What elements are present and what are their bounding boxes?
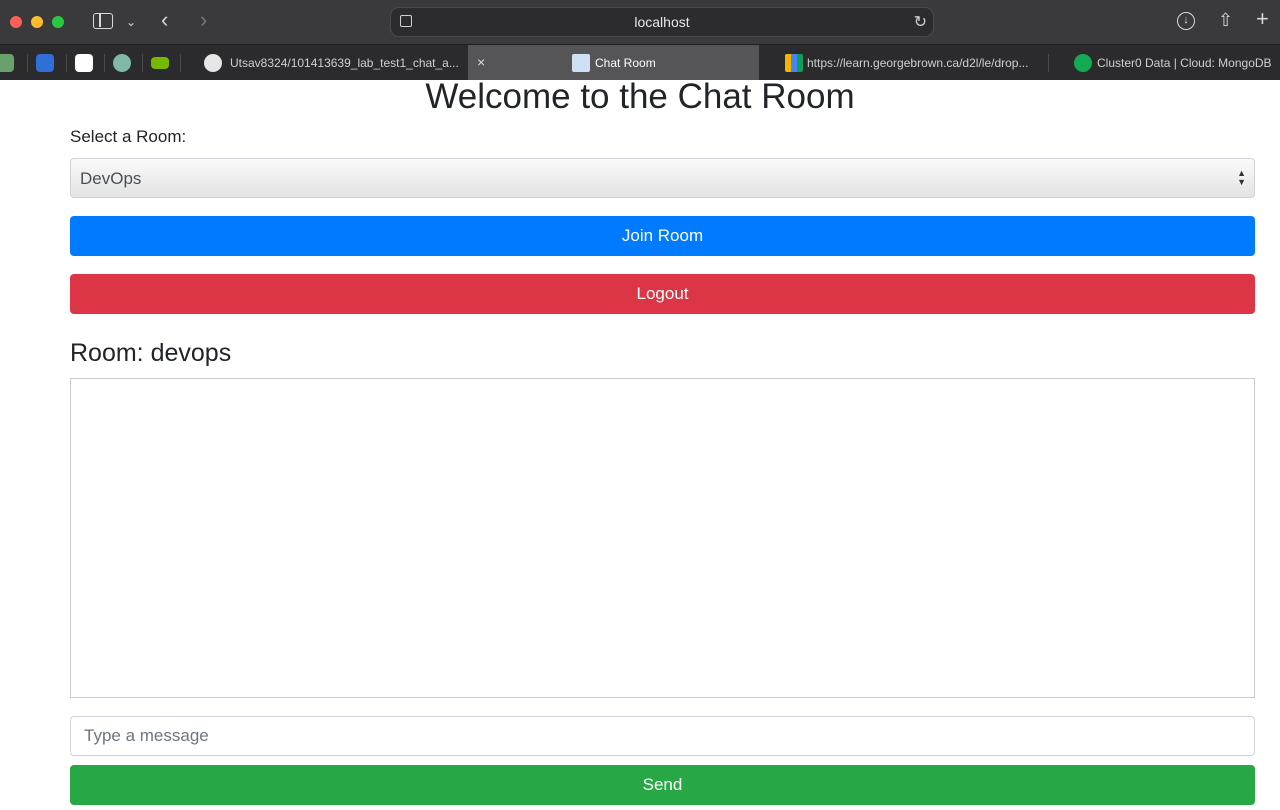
- join-room-button[interactable]: Join Room: [70, 216, 1255, 256]
- page-content: Welcome to the Chat Room Select a Room: …: [0, 80, 1280, 810]
- sidebar-icon[interactable]: [93, 13, 113, 29]
- minimize-window-button[interactable]: [31, 16, 43, 28]
- mongodb-leaf-icon: [1074, 54, 1092, 72]
- grid-icon: [785, 54, 803, 72]
- tab-george-brown[interactable]: https://learn.georgebrown.ca/d2l/le/drop…: [769, 45, 1048, 81]
- tab-chat-room[interactable]: × Chat Room: [468, 45, 759, 81]
- chevron-down-icon[interactable]: ⌄: [126, 12, 136, 32]
- room-select-value: DevOps: [80, 169, 142, 188]
- tab-bar: Utsav8324/101413639_lab_test1_chat_a... …: [0, 44, 1280, 81]
- document-icon: [572, 54, 590, 72]
- share-icon[interactable]: ⇧: [1218, 10, 1233, 30]
- message-input[interactable]: [70, 716, 1255, 756]
- pinned-tab-app-icon[interactable]: [36, 54, 54, 72]
- browser-toolbar: ⌄ ‹ › localhost ↻ ↓ ⇧ +: [0, 0, 1280, 44]
- address-text: localhost: [634, 14, 690, 30]
- select-arrows-icon: ▲ ▼: [1237, 168, 1246, 187]
- tab-mongodb[interactable]: Cluster0 Data | Cloud: MongoDB: [1058, 45, 1280, 81]
- tab-label: Chat Room: [595, 56, 656, 70]
- room-select[interactable]: DevOps ▲ ▼: [70, 158, 1255, 198]
- tab-label: Utsav8324/101413639_lab_test1_chat_a...: [230, 56, 459, 70]
- send-button[interactable]: Send: [70, 765, 1255, 805]
- tab-github[interactable]: Utsav8324/101413639_lab_test1_chat_a...: [188, 45, 468, 81]
- new-tab-icon[interactable]: +: [1256, 8, 1269, 30]
- close-window-button[interactable]: [10, 16, 22, 28]
- close-tab-icon[interactable]: ×: [477, 54, 485, 70]
- page-title: Welcome to the Chat Room: [425, 80, 855, 116]
- tab-label: Cluster0 Data | Cloud: MongoDB: [1097, 56, 1272, 70]
- github-icon: [204, 54, 222, 72]
- pinned-tab-notes-icon[interactable]: [75, 54, 93, 72]
- logout-button[interactable]: Logout: [70, 274, 1255, 314]
- back-icon[interactable]: ‹: [161, 9, 168, 31]
- pinned-tab-chatgpt-icon[interactable]: [113, 54, 131, 72]
- pinned-tab-books-icon[interactable]: [0, 54, 14, 72]
- messages-area[interactable]: [70, 378, 1255, 698]
- downloads-icon[interactable]: ↓: [1177, 12, 1195, 30]
- pinned-tab-nvidia-icon[interactable]: [151, 57, 169, 69]
- tab-label: https://learn.georgebrown.ca/d2l/le/drop…: [807, 56, 1029, 70]
- address-bar[interactable]: localhost ↻: [390, 7, 934, 37]
- zoom-window-button[interactable]: [52, 16, 64, 28]
- select-room-label: Select a Room:: [70, 127, 187, 146]
- room-heading: Room: devops: [70, 339, 232, 367]
- reload-icon[interactable]: ↻: [914, 12, 927, 32]
- forward-icon[interactable]: ›: [200, 9, 207, 31]
